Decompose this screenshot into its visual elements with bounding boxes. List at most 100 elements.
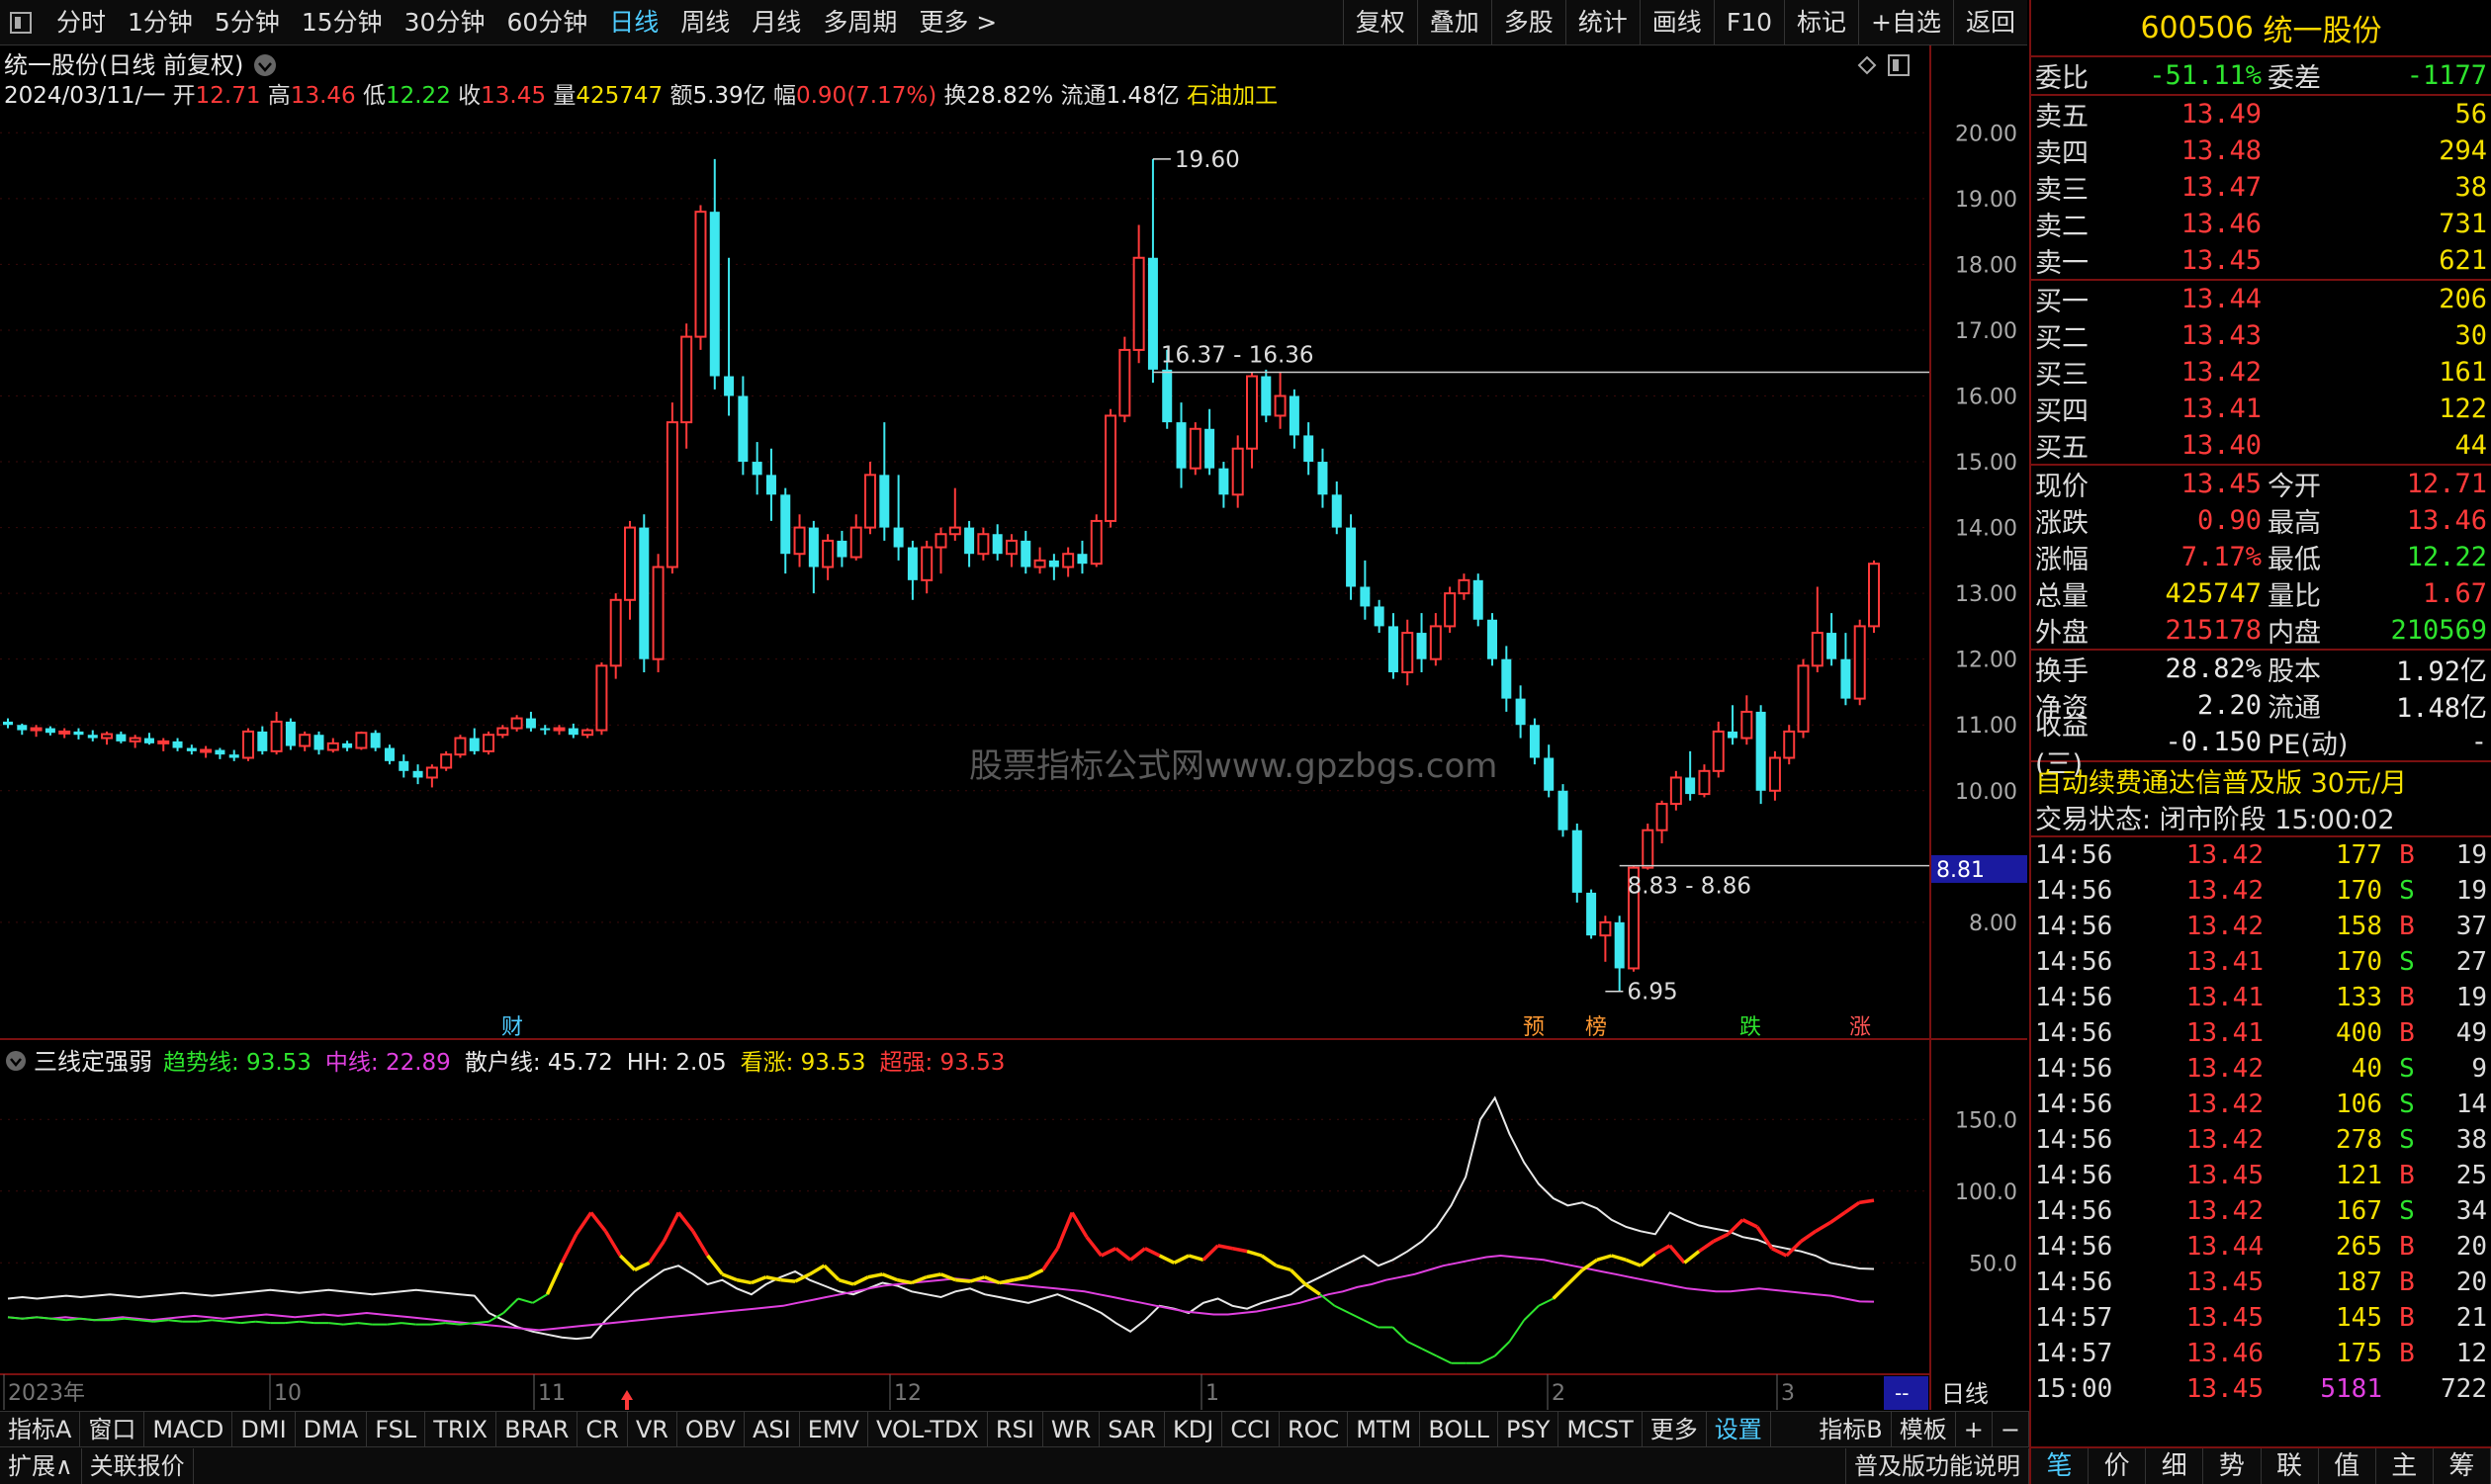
period-label[interactable]: 日线: [1941, 1380, 1989, 1408]
toolbar-right-item-8[interactable]: 返回: [1952, 0, 2027, 45]
quote-tab-3[interactable]: 势: [2203, 1448, 2262, 1484]
toolbar-right-item-3[interactable]: 统计: [1564, 0, 1640, 45]
tick-price: 13.42: [2185, 1090, 2264, 1119]
toolbar-item-2[interactable]: 5分钟: [204, 0, 291, 45]
event-marker-3[interactable]: 跌: [1737, 1014, 1765, 1040]
indicator-tab-14[interactable]: RSI: [988, 1411, 1043, 1447]
indicator-tab-19[interactable]: ROC: [1280, 1411, 1349, 1447]
stat-row-0: 现价 13.45 今开 12.71: [2031, 466, 2491, 502]
right-tab-1[interactable]: 模板: [1892, 1411, 1956, 1447]
quote-tab-6[interactable]: 主: [2376, 1448, 2434, 1484]
event-marker-2[interactable]: 榜: [1583, 1014, 1611, 1040]
indicator-tab-22[interactable]: PSY: [1498, 1411, 1559, 1447]
bid-row-0: 买一 13.44 206: [2031, 281, 2491, 317]
event-marker-1[interactable]: 预: [1521, 1014, 1549, 1040]
toolbar-item-6[interactable]: 日线: [598, 0, 669, 45]
indicator-tab-25[interactable]: 设置: [1707, 1411, 1771, 1447]
indicator-dropdown-icon[interactable]: [6, 1051, 26, 1071]
stat-label: 涨幅: [2035, 545, 2089, 575]
indicator-tab-11[interactable]: ASI: [745, 1411, 800, 1447]
toolbar-right-item-4[interactable]: 画线: [1639, 0, 1714, 45]
toolbar-item-8[interactable]: 月线: [741, 0, 812, 45]
quote-tab-1[interactable]: 价: [2089, 1448, 2147, 1484]
toolbar-right-item-2[interactable]: 多股: [1490, 0, 1565, 45]
right-tab-0[interactable]: 指标B: [1811, 1411, 1892, 1447]
toolbar-right-item-1[interactable]: 叠加: [1416, 0, 1491, 45]
indicator-tab-1[interactable]: 窗口: [80, 1411, 145, 1447]
quote-tab-7[interactable]: 筹: [2434, 1448, 2491, 1484]
extend-button[interactable]: 扩展∧: [0, 1447, 82, 1484]
tick-price: 13.45: [2185, 1267, 2264, 1297]
event-marker-0[interactable]: 财: [499, 1014, 527, 1040]
toolbar-item-7[interactable]: 周线: [669, 0, 741, 45]
indicator-tab-9[interactable]: VR: [628, 1411, 677, 1447]
indicator-tab-16[interactable]: SAR: [1100, 1411, 1166, 1447]
indicator-tab-12[interactable]: EMV: [800, 1411, 868, 1447]
toolbar-item-10[interactable]: 更多 >: [908, 0, 1008, 45]
candle-89: [1261, 369, 1272, 423]
stat-label: 外盘: [2035, 618, 2089, 649]
tick-price: 13.45: [2185, 1374, 2264, 1404]
svg-text:预: 预: [1523, 1015, 1545, 1040]
quote-tab-4[interactable]: 联: [2262, 1448, 2319, 1484]
tick-count: 14: [2455, 1090, 2487, 1119]
toolbar-item-5[interactable]: 60分钟: [495, 0, 598, 45]
tick-volume: 278: [2336, 1125, 2382, 1155]
stat-value: 215178: [2165, 615, 2262, 646]
candle-20: [285, 718, 296, 750]
quote-tab-0[interactable]: 笔: [2031, 1448, 2090, 1484]
quote-tab-2[interactable]: 细: [2146, 1448, 2204, 1484]
indicator-tab-6[interactable]: TRIX: [425, 1411, 497, 1447]
annotation-0: 19.60: [1175, 147, 1240, 173]
indicator-tab-4[interactable]: DMA: [296, 1411, 368, 1447]
indicator-tab-18[interactable]: CCI: [1222, 1411, 1280, 1447]
tick-row: 14:56 13.42 40 S 9: [2031, 1051, 2491, 1087]
tick-row: 15:00 13.45 5181 722: [2031, 1371, 2491, 1407]
help-button[interactable]: 普及版功能说明: [1845, 1447, 2029, 1484]
indicator-tab-17[interactable]: KDJ: [1165, 1411, 1223, 1447]
tick-count: 37: [2455, 912, 2487, 941]
toolbar-right-item-6[interactable]: 标记: [1784, 0, 1858, 45]
toolbar-right-item-5[interactable]: F10: [1713, 0, 1784, 45]
toolbar-right-item-0[interactable]: 复权: [1342, 0, 1417, 45]
indicator-tab-24[interactable]: 更多: [1643, 1411, 1707, 1447]
toolbar-item-4[interactable]: 30分钟: [394, 0, 496, 45]
indicator-tab-5[interactable]: FSL: [367, 1411, 426, 1447]
weibi-row: 委比 -51.11% 委差 -1177: [2031, 57, 2491, 94]
related-quote-button[interactable]: 关联报价: [82, 1447, 194, 1484]
tick-time: 14:56: [2035, 912, 2113, 941]
quote-title: 600506 统一股份: [2031, 0, 2491, 57]
quote-tab-5[interactable]: 值: [2319, 1448, 2376, 1484]
indicator-tab-0[interactable]: 指标A: [0, 1411, 81, 1447]
window-toggle-icon[interactable]: [10, 11, 32, 34]
zoom-out-button[interactable]: −: [1993, 1411, 2029, 1447]
annotation-1: 16.37 - 16.36: [1161, 343, 1314, 369]
zoom-in-button[interactable]: +: [1956, 1411, 1993, 1447]
indicator-tab-15[interactable]: WR: [1043, 1411, 1101, 1447]
indicator-tab-20[interactable]: MTM: [1348, 1411, 1421, 1447]
subscription-banner[interactable]: 自动续费通达信普及版 30元/月: [2031, 762, 2491, 799]
tick-row: 14:57 13.45 145 B 21: [2031, 1300, 2491, 1336]
tick-time: 14:56: [2035, 947, 2113, 977]
indicator-tab-3[interactable]: DMI: [232, 1411, 296, 1447]
stock-title: 统一股份(日线 前复权): [4, 51, 243, 79]
candle-34: [483, 731, 495, 755]
indicator-tab-23[interactable]: MCST: [1558, 1411, 1643, 1447]
toolbar-item-3[interactable]: 15分钟: [291, 0, 394, 45]
toolbar-item-1[interactable]: 1分钟: [117, 0, 204, 45]
dropdown-icon[interactable]: [254, 54, 276, 76]
fund-value: 1.48亿: [2395, 693, 2487, 724]
indicator-tab-2[interactable]: MACD: [144, 1411, 233, 1447]
indicator-tab-7[interactable]: BRAR: [496, 1411, 578, 1447]
indicator-tab-13[interactable]: VOL-TDX: [868, 1411, 988, 1447]
toolbar-item-9[interactable]: 多周期: [812, 0, 908, 45]
event-marker-4[interactable]: 涨: [1847, 1014, 1875, 1040]
indicator-tab-21[interactable]: BOLL: [1420, 1411, 1499, 1447]
indicator-tab-8[interactable]: CR: [578, 1411, 628, 1447]
fund-row-0: 换手 28.82% 股本 1.92亿: [2031, 651, 2491, 687]
toolbar-item-0[interactable]: 分时: [45, 0, 117, 45]
toolbar-right-item-7[interactable]: +自选: [1858, 0, 1953, 45]
indicator-tab-10[interactable]: OBV: [677, 1411, 745, 1447]
tick-list[interactable]: 14:56 13.42 177 B 19 14:56 13.42 170 S 19 14:56 13.…: [2031, 837, 2491, 1407]
bid-volume: 44: [2454, 430, 2487, 461]
